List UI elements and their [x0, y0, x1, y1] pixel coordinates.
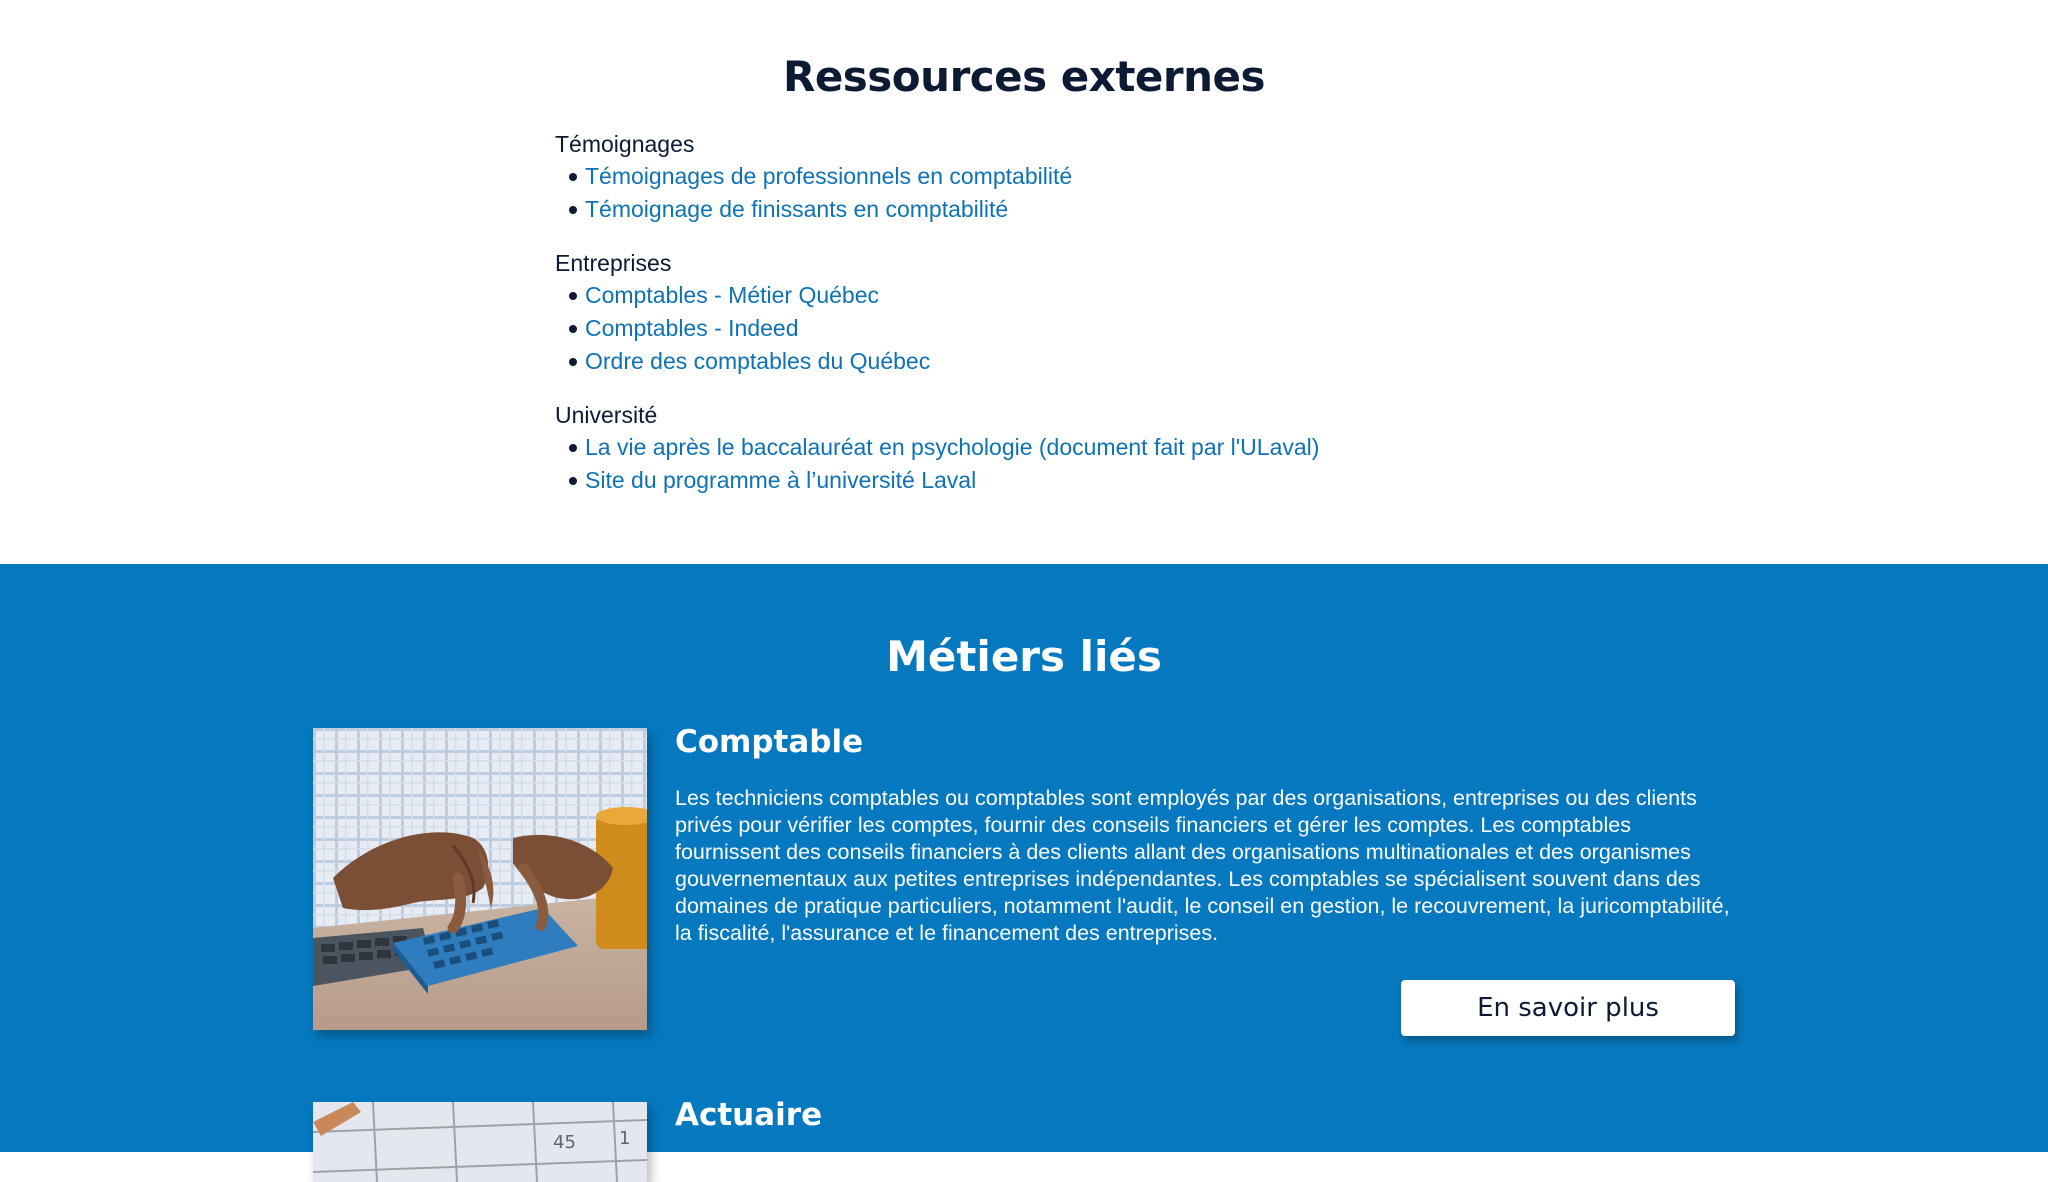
related-jobs-title: Métiers liés — [886, 632, 1162, 681]
resources-title: Ressources externes — [782, 52, 1266, 101]
link-order-accountants[interactable]: Ordre des comptables du Québec — [585, 345, 930, 378]
bullet-icon — [569, 324, 577, 333]
related-jobs-section: Métiers liés Comptable Les techniciens c… — [0, 564, 2048, 1182]
bullet-icon — [569, 172, 577, 181]
calculator-photo — [313, 728, 647, 1030]
list-item: Témoignages de professionnels en comptab… — [569, 160, 1555, 193]
resource-group-title: Université — [555, 402, 658, 428]
bullet-icon — [569, 357, 577, 366]
external-resources-section: Ressources externes Témoignages Témoigna… — [0, 0, 2048, 564]
job-title-comptable: Comptable — [675, 724, 864, 760]
list-item: Comptables - Métier Québec — [569, 279, 1555, 312]
resource-links: Comptables - Métier Québec Comptables - … — [555, 279, 1555, 378]
list-item: Ordre des comptables du Québec — [569, 345, 1555, 378]
bullet-icon — [569, 476, 577, 485]
svg-text:1: 1 — [619, 1128, 630, 1149]
resource-links: La vie après le baccalauréat en psycholo… — [555, 431, 1555, 497]
job-description-comptable: Les techniciens comptables ou comptables… — [675, 786, 1730, 945]
bullet-icon — [569, 205, 577, 214]
job-image-calendar: 45 1 — [313, 1102, 647, 1182]
resources-list: Témoignages Témoignages de professionnel… — [555, 128, 1555, 518]
resource-group-title: Entreprises — [555, 250, 672, 276]
resource-links: Témoignages de professionnels en comptab… — [555, 160, 1555, 226]
resource-group-title: Témoignages — [555, 131, 695, 157]
link-laval-program[interactable]: Site du programme à l’université Laval — [585, 464, 976, 497]
list-item: Comptables - Indeed — [569, 312, 1555, 345]
list-item: La vie après le baccalauréat en psycholo… — [569, 431, 1555, 464]
resource-group-testimonials: Témoignages Témoignages de professionnel… — [555, 128, 1555, 226]
calendar-photo: 45 1 — [313, 1102, 647, 1182]
link-metier-quebec[interactable]: Comptables - Métier Québec — [585, 279, 879, 312]
job-image-calculator — [313, 728, 647, 1030]
link-life-after-bachelor[interactable]: La vie après le baccalauréat en psycholo… — [585, 431, 1319, 464]
list-item: Site du programme à l’université Laval — [569, 464, 1555, 497]
list-item: Témoignage de finissants en comptabilité — [569, 193, 1555, 226]
bullet-icon — [569, 291, 577, 300]
learn-more-button[interactable]: En savoir plus — [1401, 980, 1735, 1036]
resource-group-companies: Entreprises Comptables - Métier Québec C… — [555, 247, 1555, 378]
resource-group-university: Université La vie après le baccalauréat … — [555, 399, 1555, 497]
job-title-actuaire: Actuaire — [675, 1097, 823, 1133]
link-professional-testimonials[interactable]: Témoignages de professionnels en comptab… — [585, 160, 1072, 193]
link-graduate-testimonials[interactable]: Témoignage de finissants en comptabilité — [585, 193, 1008, 226]
bullet-icon — [569, 443, 577, 452]
svg-text:45: 45 — [553, 1132, 576, 1153]
link-indeed[interactable]: Comptables - Indeed — [585, 312, 799, 345]
